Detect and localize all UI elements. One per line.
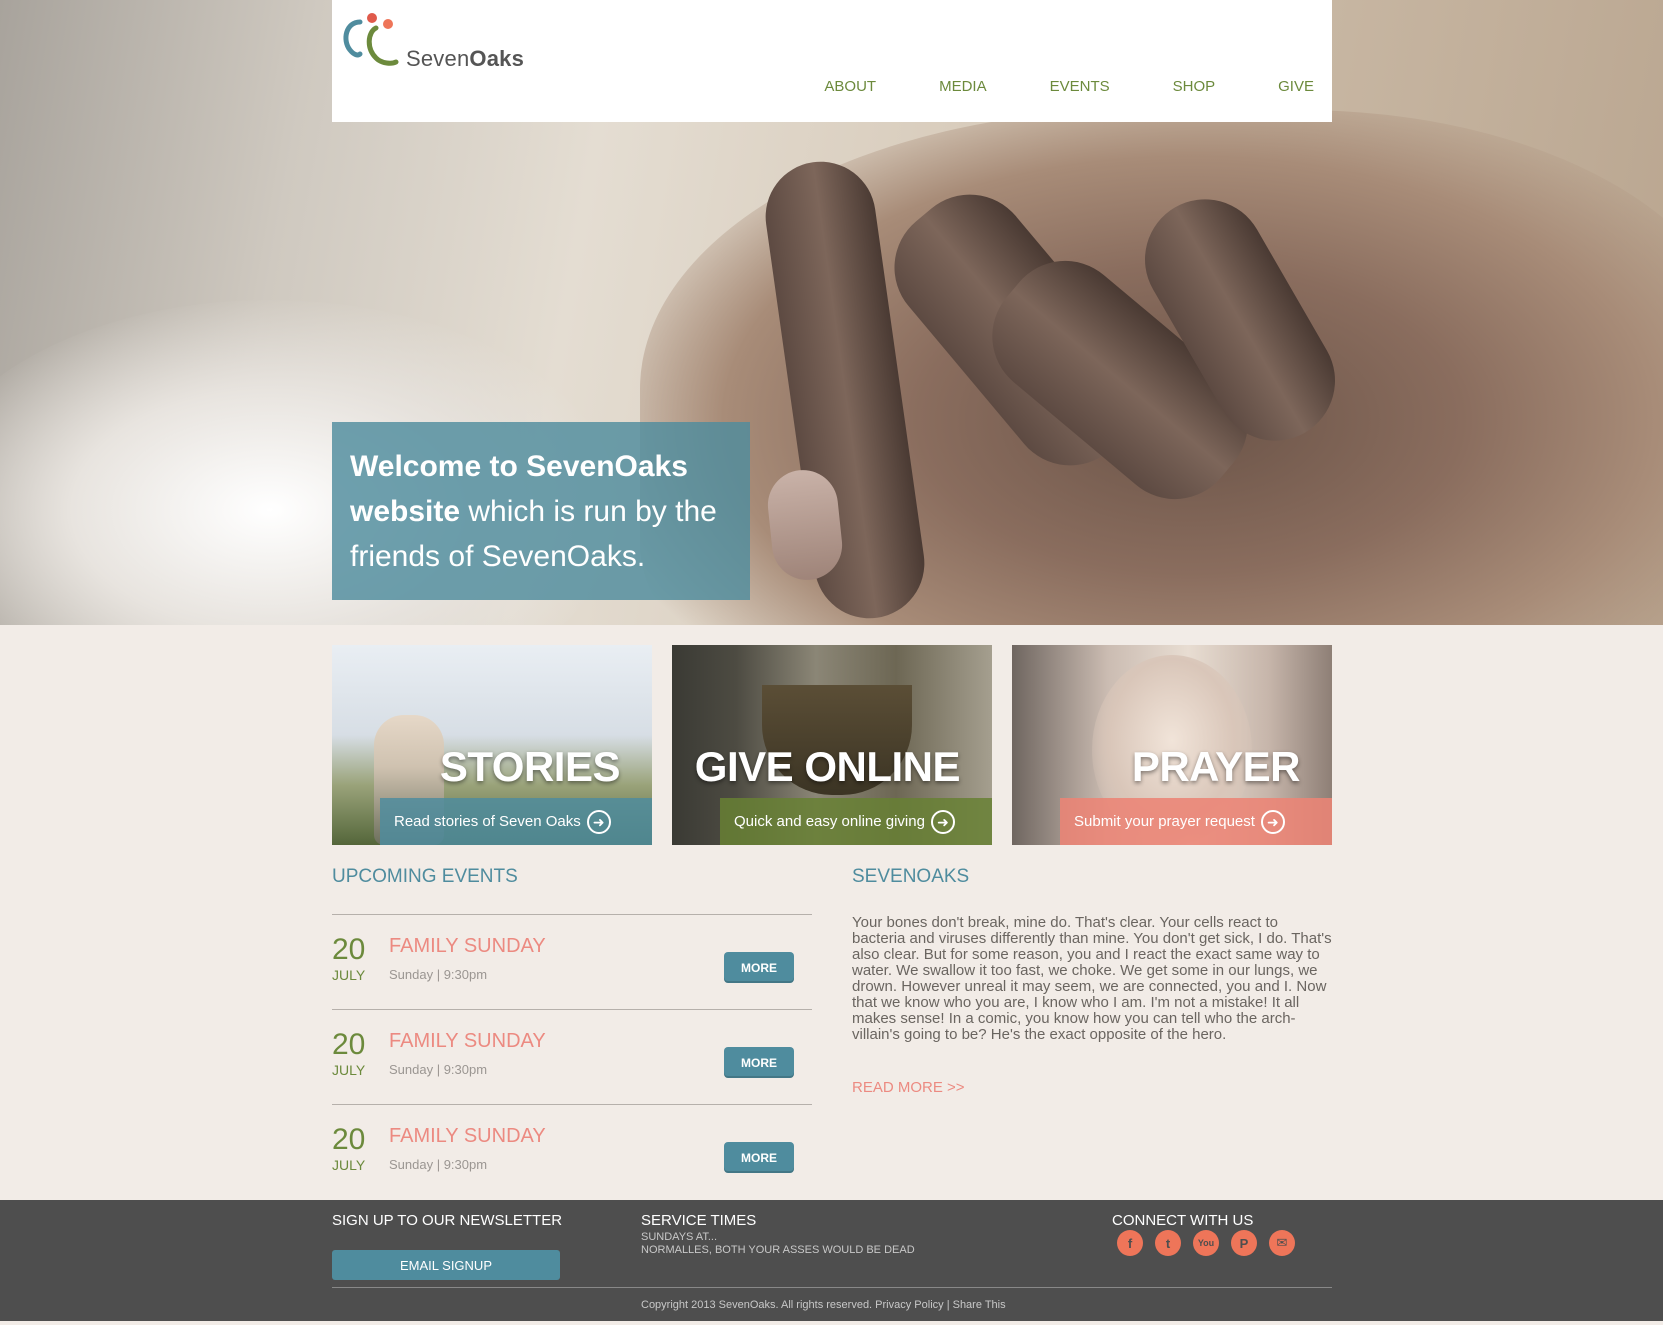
card-title: GIVE ONLINE [694,743,961,790]
site-logo[interactable]: SevenOaks [340,8,524,78]
service-times-line: NORMALLES, BOTH YOUR ASSES WOULD BE DEAD [641,1244,915,1256]
event-item: 20 JULY FAMILY SUNDAY Sunday | 9:30pm MO… [332,1009,812,1104]
event-day: 20 [332,1123,366,1156]
event-meta: Sunday | 9:30pm [389,1062,488,1077]
card-caption-strip[interactable]: Read stories of Seven Oaks ➜ [380,798,652,845]
events-heading: UPCOMING EVENTS [332,866,518,887]
main-nav: ABOUT MEDIA EVENTS SHOP GIVE [761,78,1314,95]
youtube-icon[interactable]: You [1193,1230,1219,1256]
about-body: Your bones don't break, mine do. That's … [852,914,1332,1043]
card-caption: Quick and easy online giving [734,813,925,830]
nav-about[interactable]: ABOUT [824,78,876,95]
site-header: SevenOaks ABOUT MEDIA EVENTS SHOP GIVE [332,0,1332,122]
event-more-button[interactable]: MORE [724,1142,794,1173]
nav-events[interactable]: EVENTS [1050,78,1110,95]
event-title[interactable]: FAMILY SUNDAY [389,1030,546,1053]
event-item: 20 JULY FAMILY SUNDAY Sunday | 9:30pm MO… [332,1104,812,1199]
email-signup-button[interactable]: EMAIL SIGNUP [332,1250,560,1280]
event-day: 20 [332,1028,366,1061]
event-title[interactable]: FAMILY SUNDAY [389,1125,546,1148]
email-icon[interactable]: ✉ [1269,1230,1295,1256]
card-caption-strip[interactable]: Submit your prayer request ➜ [1060,798,1332,845]
service-times-line: SUNDAYS AT... [641,1231,718,1243]
site-footer: SIGN UP TO OUR NEWSLETTER EMAIL SIGNUP S… [0,1200,1663,1321]
nav-shop[interactable]: SHOP [1173,78,1216,95]
about-heading: SEVENOAKS [852,866,970,887]
event-meta: Sunday | 9:30pm [389,1157,488,1172]
card-stories[interactable]: STORIES Read stories of Seven Oaks ➜ [332,645,652,845]
event-meta: Sunday | 9:30pm [389,967,488,982]
social-links: f t You P ✉ [1117,1230,1295,1256]
connect-heading: CONNECT WITH US [1112,1212,1254,1229]
card-caption: Submit your prayer request [1074,813,1255,830]
event-month: JULY [332,967,366,983]
event-item: 20 JULY FAMILY SUNDAY Sunday | 9:30pm MO… [332,914,812,1009]
logo-wordmark: SevenOaks [406,46,524,72]
paypal-icon[interactable]: P [1231,1230,1257,1256]
nav-give[interactable]: GIVE [1278,78,1314,95]
logo-bold: Oaks [469,46,525,71]
event-more-button[interactable]: MORE [724,952,794,983]
feature-cards: STORIES Read stories of Seven Oaks ➜ GIV… [332,645,1332,845]
copyright-text: Copyright 2013 SevenOaks. All rights res… [641,1299,1006,1311]
read-more-link[interactable]: READ MORE >> [852,1079,965,1096]
arrow-right-icon[interactable]: ➜ [586,809,611,834]
service-times-heading: SERVICE TIMES [641,1212,757,1229]
event-month: JULY [332,1062,366,1078]
event-day: 20 [332,933,366,966]
arrow-right-icon[interactable]: ➜ [1260,809,1285,834]
card-prayer[interactable]: PRAYER Submit your prayer request ➜ [1012,645,1332,845]
card-title: PRAYER [1131,743,1301,790]
card-give-online[interactable]: GIVE ONLINE Quick and easy online giving… [672,645,992,845]
arrow-right-icon[interactable]: ➜ [930,809,955,834]
event-title[interactable]: FAMILY SUNDAY [389,935,546,958]
nav-media[interactable]: MEDIA [939,78,987,95]
event-month: JULY [332,1157,366,1173]
facebook-icon[interactable]: f [1117,1230,1143,1256]
welcome-panel: Welcome to SevenOaks website which is ru… [332,422,750,600]
footer-divider [332,1287,1332,1288]
events-list: 20 JULY FAMILY SUNDAY Sunday | 9:30pm MO… [332,914,812,1199]
card-caption: Read stories of Seven Oaks [394,813,581,830]
logo-prefix: Seven [406,46,470,71]
logo-mark-icon [343,13,399,66]
twitter-icon[interactable]: t [1155,1230,1181,1256]
event-more-button[interactable]: MORE [724,1047,794,1078]
card-caption-strip[interactable]: Quick and easy online giving ➜ [720,798,992,845]
card-title: STORIES [439,743,621,790]
newsletter-heading: SIGN UP TO OUR NEWSLETTER [332,1212,563,1229]
